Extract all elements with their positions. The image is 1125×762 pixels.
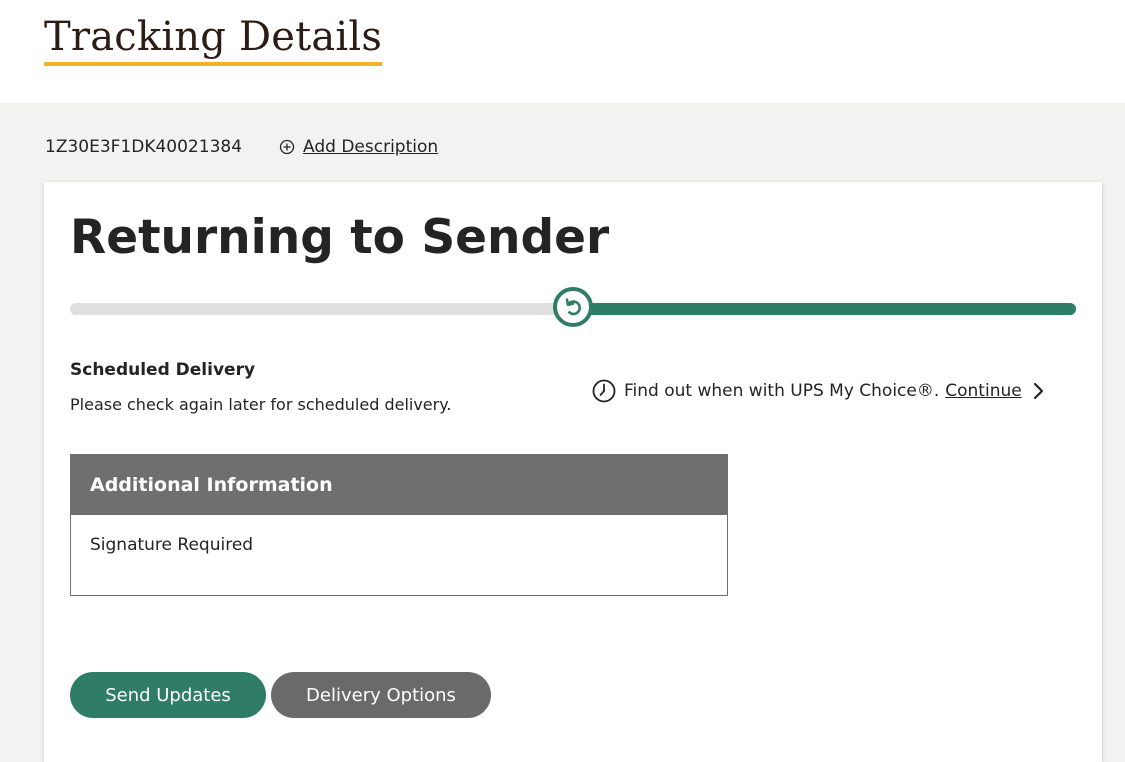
- clock-icon: [592, 379, 616, 403]
- scheduled-delivery-heading: Scheduled Delivery: [70, 360, 256, 380]
- page-header: Tracking Details: [0, 0, 1125, 103]
- my-choice-text: Find out when with UPS My Choice®.: [624, 381, 940, 401]
- send-updates-button[interactable]: Send Updates: [70, 672, 266, 718]
- tracking-number: 1Z30E3F1DK40021384: [45, 137, 243, 157]
- additional-information-panel: Additional Information Signature Require…: [70, 454, 728, 596]
- additional-information-heading: Additional Information: [71, 455, 727, 515]
- my-choice-promo: Find out when with UPS My Choice®. Conti…: [592, 379, 1044, 403]
- delivery-options-button[interactable]: Delivery Options: [271, 672, 491, 718]
- page-title: Tracking Details: [44, 14, 383, 66]
- chevron-right-icon[interactable]: [1032, 382, 1044, 400]
- scheduled-delivery-text: Please check again later for scheduled d…: [70, 395, 452, 414]
- add-description-label: Add Description: [303, 137, 439, 157]
- plus-circle-icon: [279, 139, 295, 155]
- return-arrow-icon: [565, 298, 581, 316]
- additional-information-item: Signature Required: [90, 535, 254, 555]
- continue-link[interactable]: Continue: [945, 381, 1021, 401]
- progress-bar: [70, 287, 1076, 327]
- progress-fill: [573, 303, 1076, 315]
- progress-marker: [553, 287, 593, 327]
- add-description-link[interactable]: Add Description: [279, 137, 438, 157]
- tracking-row: 1Z30E3F1DK40021384 Add Description: [45, 134, 438, 160]
- status-title: Returning to Sender: [70, 210, 610, 265]
- tracking-card: Returning to Sender Scheduled Delivery P…: [44, 182, 1102, 762]
